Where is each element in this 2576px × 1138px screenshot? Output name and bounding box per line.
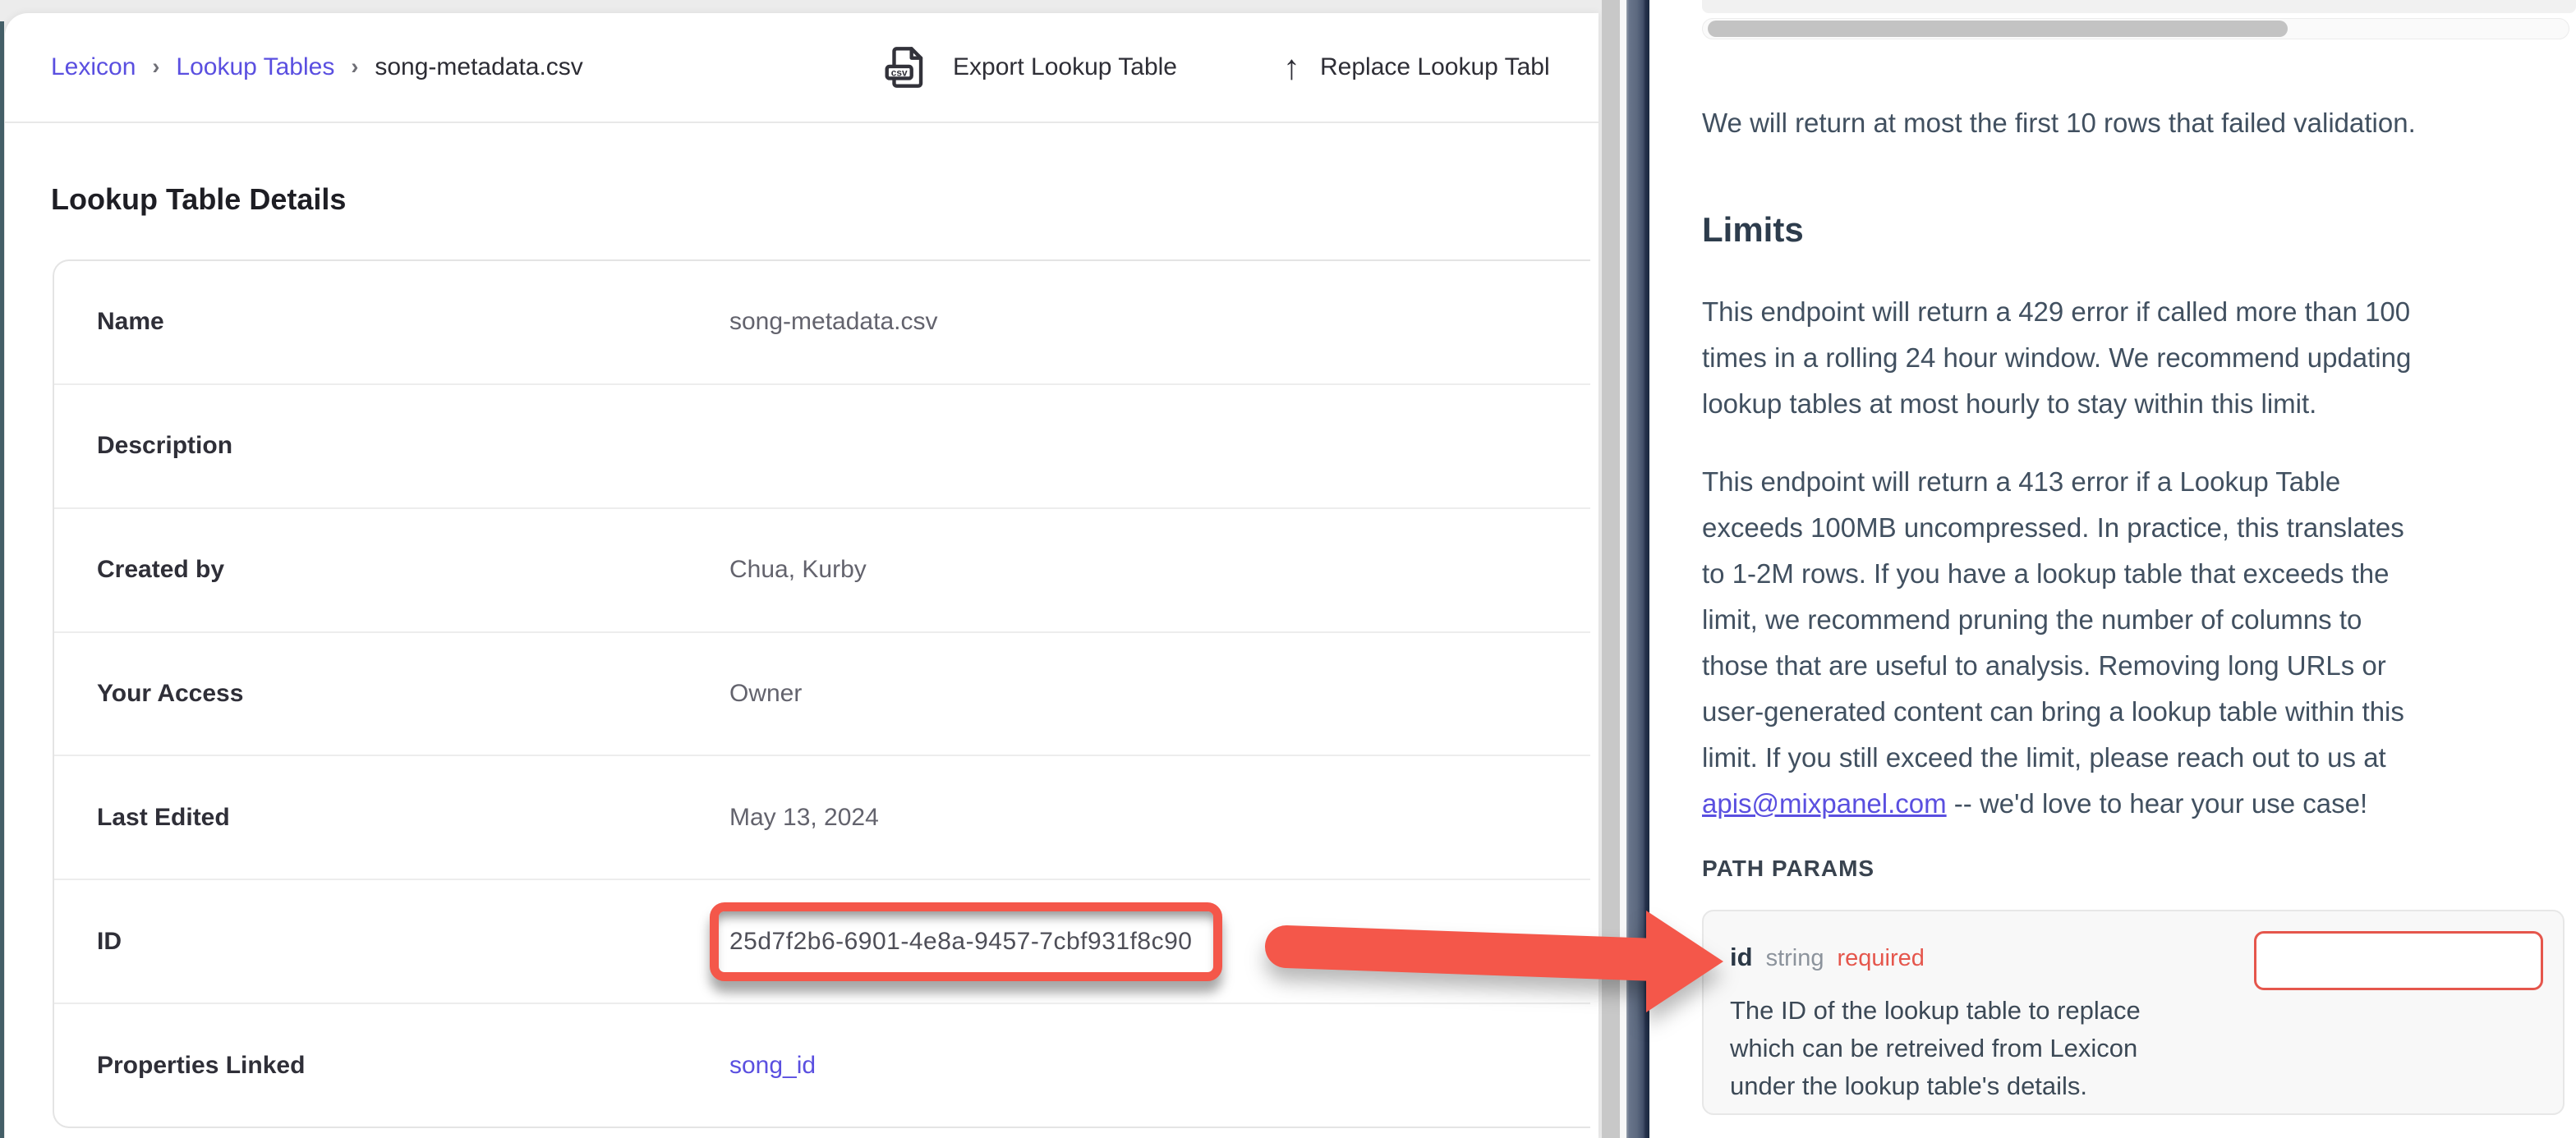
table-row-last-edited: Last Edited May 13, 2024 (54, 755, 1590, 879)
limits-heading: Limits (1702, 210, 1804, 250)
table-row-id: ID 25d7f2b6-6901-4e8a-9457-7cbf931f8c90 (54, 879, 1590, 1003)
export-button-label: Export Lookup Table (953, 53, 1177, 81)
param-name: id (1730, 943, 1753, 972)
table-row-name: Name song-metadata.csv (54, 261, 1590, 383)
export-lookup-table-button[interactable]: csv Export Lookup Table (881, 13, 1177, 122)
horizontal-scrollbar-thumb[interactable] (1708, 21, 2288, 37)
paragraph-lines: This endpoint will return a 413 error if… (1702, 459, 2404, 781)
breadcrumb-current-file: song-metadata.csv (375, 53, 582, 81)
limits-paragraph-429: This endpoint will return a 429 error if… (1702, 289, 2411, 427)
docs-top-strip (1702, 0, 2576, 13)
panel-gap (1620, 0, 1626, 1138)
horizontal-scrollbar-track[interactable] (1702, 18, 2569, 39)
panel-gap-scrollbar-strip (1602, 0, 1620, 1138)
row-label: ID (97, 928, 729, 956)
path-params-label: PATH PARAMS (1702, 856, 1874, 882)
param-id-input[interactable] (2254, 931, 2543, 990)
row-value: May 13, 2024 (729, 804, 879, 832)
lookup-table-id-value: 25d7f2b6-6901-4e8a-9457-7cbf931f8c90 (729, 928, 1192, 956)
replace-button-label: Replace Lookup Tabl (1320, 53, 1550, 81)
param-required-badge: required (1837, 945, 1924, 972)
row-label: Description (97, 432, 729, 460)
lookup-table-details-panel: Lexicon › Lookup Tables › song-metadata.… (5, 13, 1598, 1138)
table-row-properties-linked: Properties Linked song_id (54, 1003, 1590, 1127)
param-description: The ID of the lookup table to replacewhi… (1730, 992, 2141, 1105)
csv-file-icon: csv (881, 42, 933, 93)
breadcrumb-lookup-tables[interactable]: Lookup Tables (176, 53, 334, 81)
param-type: string (1766, 945, 1824, 972)
window-edge-divider (1626, 0, 1649, 1138)
row-value: Owner (729, 680, 802, 708)
row-value: Chua, Kurby (729, 556, 867, 584)
docs-intro-text: We will return at most the first 10 rows… (1702, 105, 2416, 141)
replace-lookup-table-button[interactable]: ↑ Replace Lookup Tabl (1283, 13, 1550, 122)
support-email-link[interactable]: apis@mixpanel.com (1702, 788, 1947, 819)
row-label: Name (97, 308, 729, 336)
upload-arrow-icon: ↑ (1283, 50, 1300, 85)
id-value-highlight-box: 25d7f2b6-6901-4e8a-9457-7cbf931f8c90 (710, 902, 1222, 981)
table-row-your-access: Your Access Owner (54, 631, 1590, 755)
table-row-created-by: Created by Chua, Kurby (54, 507, 1590, 631)
row-value: song-metadata.csv (729, 308, 937, 336)
paragraph-tail: -- we'd love to hear your use case! (1947, 788, 2368, 819)
row-label: Created by (97, 556, 729, 584)
param-header: id string required (1730, 943, 1925, 972)
limits-paragraph-413: This endpoint will return a 413 error if… (1702, 459, 2404, 827)
path-param-card: id string required The ID of the lookup … (1702, 910, 2564, 1115)
row-label: Last Edited (97, 804, 729, 832)
api-docs-panel: We will return at most the first 10 rows… (1649, 0, 2576, 1138)
screenshot-stage: Lexicon › Lookup Tables › song-metadata.… (0, 0, 2576, 1138)
row-label: Your Access (97, 680, 729, 708)
svg-text:csv: csv (891, 67, 908, 79)
breadcrumb: Lexicon › Lookup Tables › song-metadata.… (51, 13, 583, 122)
row-label: Properties Linked (97, 1052, 729, 1080)
chevron-right-icon: › (351, 54, 358, 80)
details-card: Name song-metadata.csv Description Creat… (53, 259, 1590, 1128)
background-edge-sliver (0, 21, 4, 1138)
breadcrumb-lexicon[interactable]: Lexicon (51, 53, 136, 81)
paragraph-last-line: apis@mixpanel.com -- we'd love to hear y… (1702, 781, 2404, 827)
panel-header: Lexicon › Lookup Tables › song-metadata.… (5, 13, 1598, 123)
song-id-property-link[interactable]: song_id (729, 1052, 816, 1080)
chevron-right-icon: › (152, 54, 159, 80)
table-row-description: Description (54, 383, 1590, 507)
page-title: Lookup Table Details (51, 182, 346, 217)
